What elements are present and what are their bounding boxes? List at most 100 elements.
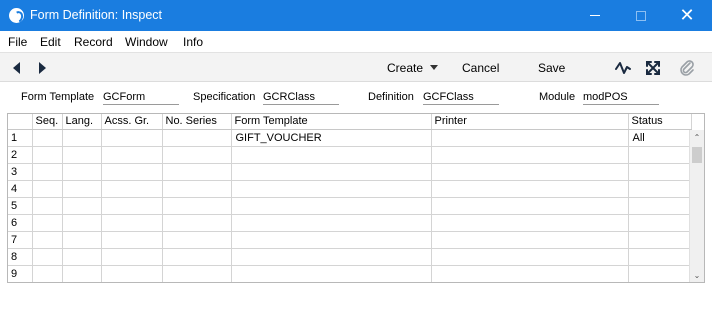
minimize-button[interactable] xyxy=(572,0,618,31)
lang-cell[interactable] xyxy=(62,129,102,147)
printer-cell[interactable] xyxy=(431,248,629,266)
access-group-cell[interactable] xyxy=(101,248,163,266)
lang-cell[interactable] xyxy=(62,163,102,181)
status-cell[interactable] xyxy=(628,146,692,164)
status-cell[interactable] xyxy=(628,265,692,282)
status-cell[interactable] xyxy=(628,214,692,232)
table-row[interactable]: 6 xyxy=(8,214,692,232)
access-group-cell[interactable] xyxy=(101,197,163,215)
no-series-cell[interactable] xyxy=(162,265,232,282)
cancel-button[interactable]: Cancel xyxy=(462,61,499,75)
vertical-scrollbar[interactable]: ⌃ ⌄ xyxy=(689,130,704,282)
form-template-cell[interactable] xyxy=(231,248,432,266)
table-row[interactable]: 4 xyxy=(8,180,692,198)
table-row[interactable]: 9 xyxy=(8,265,692,282)
close-button[interactable]: ✕ xyxy=(664,0,710,31)
scroll-thumb[interactable] xyxy=(692,147,702,163)
expand-icon[interactable] xyxy=(644,59,662,77)
scroll-up-icon[interactable]: ⌃ xyxy=(690,130,704,144)
menu-edit[interactable]: Edit xyxy=(40,35,61,49)
seq-cell[interactable] xyxy=(32,231,63,249)
printer-cell[interactable] xyxy=(431,231,629,249)
form-template-field[interactable]: GCForm xyxy=(103,91,179,105)
module-field[interactable]: modPOS xyxy=(583,91,659,105)
no-series-cell[interactable] xyxy=(162,146,232,164)
status-cell[interactable] xyxy=(628,180,692,198)
form-template-cell[interactable] xyxy=(231,231,432,249)
maximize-button[interactable] xyxy=(618,0,664,31)
save-button[interactable]: Save xyxy=(538,61,565,75)
lang-cell[interactable] xyxy=(62,146,102,164)
access-group-cell[interactable] xyxy=(101,163,163,181)
lang-cell[interactable] xyxy=(62,214,102,232)
printer-cell[interactable] xyxy=(431,163,629,181)
no-series-cell[interactable] xyxy=(162,214,232,232)
no-series-cell[interactable] xyxy=(162,248,232,266)
table-row[interactable]: 8 xyxy=(8,248,692,266)
form-template-cell[interactable] xyxy=(231,197,432,215)
column-header-no-series[interactable]: No. Series xyxy=(162,114,232,130)
access-group-cell[interactable] xyxy=(101,180,163,198)
create-button[interactable]: Create xyxy=(387,61,439,75)
printer-cell[interactable] xyxy=(431,265,629,282)
access-group-cell[interactable] xyxy=(101,129,163,147)
no-series-cell[interactable] xyxy=(162,231,232,249)
activity-icon[interactable] xyxy=(614,59,632,77)
menu-info[interactable]: Info xyxy=(183,35,203,49)
column-header-printer[interactable]: Printer xyxy=(431,114,629,130)
status-cell[interactable] xyxy=(628,248,692,266)
column-header-access-group[interactable]: Acss. Gr. xyxy=(101,114,163,130)
form-template-cell[interactable] xyxy=(231,214,432,232)
lang-cell[interactable] xyxy=(62,248,102,266)
table-row[interactable]: 2 xyxy=(8,146,692,164)
printer-cell[interactable] xyxy=(431,180,629,198)
table-row[interactable]: 7 xyxy=(8,231,692,249)
access-group-cell[interactable] xyxy=(101,214,163,232)
attachment-icon[interactable] xyxy=(678,59,696,77)
table-row[interactable]: 5 xyxy=(8,197,692,215)
scroll-down-icon[interactable]: ⌄ xyxy=(690,268,704,282)
column-header-status[interactable]: Status xyxy=(628,114,692,130)
seq-cell[interactable] xyxy=(32,265,63,282)
status-cell[interactable] xyxy=(628,197,692,215)
no-series-cell[interactable] xyxy=(162,180,232,198)
printer-cell[interactable] xyxy=(431,129,629,147)
form-template-cell[interactable] xyxy=(231,180,432,198)
no-series-cell[interactable] xyxy=(162,197,232,215)
printer-cell[interactable] xyxy=(431,197,629,215)
printer-cell[interactable] xyxy=(431,146,629,164)
access-group-cell[interactable] xyxy=(101,231,163,249)
form-template-cell[interactable] xyxy=(231,146,432,164)
lang-cell[interactable] xyxy=(62,197,102,215)
prev-record-button[interactable] xyxy=(9,60,23,76)
form-template-cell[interactable] xyxy=(231,163,432,181)
seq-cell[interactable] xyxy=(32,163,63,181)
status-cell[interactable]: All xyxy=(628,129,692,147)
lang-cell[interactable] xyxy=(62,180,102,198)
status-cell[interactable] xyxy=(628,163,692,181)
specification-field[interactable]: GCRClass xyxy=(263,91,339,105)
lang-cell[interactable] xyxy=(62,265,102,282)
column-header-lang[interactable]: Lang. xyxy=(62,114,102,130)
menu-file[interactable]: File xyxy=(8,35,27,49)
table-row[interactable]: 1 GIFT_VOUCHER All xyxy=(8,129,692,147)
column-header-seq[interactable]: Seq. xyxy=(32,114,63,130)
seq-cell[interactable] xyxy=(32,248,63,266)
no-series-cell[interactable] xyxy=(162,163,232,181)
menu-record[interactable]: Record xyxy=(74,35,113,49)
seq-cell[interactable] xyxy=(32,214,63,232)
printer-cell[interactable] xyxy=(431,214,629,232)
seq-cell[interactable] xyxy=(32,129,63,147)
status-cell[interactable] xyxy=(628,231,692,249)
access-group-cell[interactable] xyxy=(101,146,163,164)
definition-field[interactable]: GCFClass xyxy=(423,91,499,105)
next-record-button[interactable] xyxy=(35,60,49,76)
seq-cell[interactable] xyxy=(32,146,63,164)
lang-cell[interactable] xyxy=(62,231,102,249)
seq-cell[interactable] xyxy=(32,197,63,215)
access-group-cell[interactable] xyxy=(101,265,163,282)
form-template-cell[interactable]: GIFT_VOUCHER xyxy=(231,129,432,147)
table-row[interactable]: 3 xyxy=(8,163,692,181)
column-header-form-template[interactable]: Form Template xyxy=(231,114,432,130)
seq-cell[interactable] xyxy=(32,180,63,198)
